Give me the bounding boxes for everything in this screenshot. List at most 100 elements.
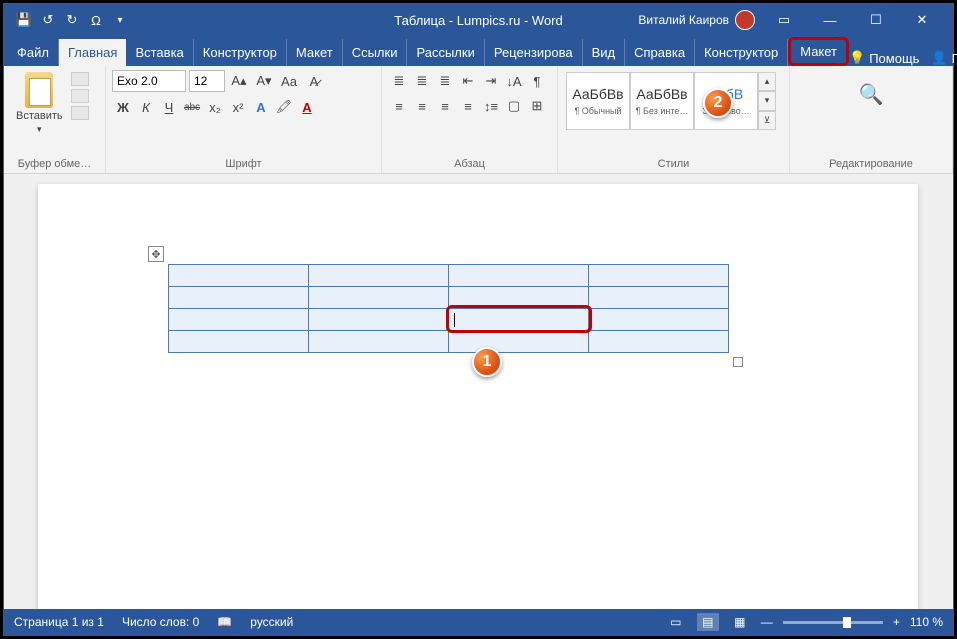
help-button[interactable]: 💡 Помощь bbox=[849, 50, 919, 66]
status-spellcheck-icon[interactable]: 📖 bbox=[217, 615, 232, 629]
superscript-button[interactable]: x² bbox=[227, 96, 249, 118]
font-size-input[interactable] bbox=[189, 70, 225, 92]
italic-button[interactable]: К bbox=[135, 96, 157, 118]
styles-up-icon[interactable]: ▴ bbox=[758, 72, 776, 91]
strike-button[interactable]: abc bbox=[181, 96, 203, 118]
table-cell[interactable] bbox=[169, 287, 309, 309]
omega-icon[interactable]: Ω bbox=[86, 10, 106, 30]
table-row bbox=[169, 331, 729, 353]
clear-format-icon[interactable]: A̷ bbox=[303, 70, 325, 92]
borders-icon[interactable]: ⊞ bbox=[526, 95, 548, 117]
shrink-font-icon[interactable]: A▾ bbox=[253, 70, 275, 92]
find-icon[interactable]: 🔍 bbox=[853, 76, 889, 112]
subscript-button[interactable]: x₂ bbox=[204, 96, 226, 118]
table-cell[interactable] bbox=[449, 331, 589, 353]
group-paragraph: ≣ ≣ ≣ ⇤ ⇥ ↓A ¶ ≡ ≡ ≡ ≡ ↕≡ ▢ ⊞ bbox=[382, 66, 558, 173]
table-move-handle-icon[interactable]: ✥ bbox=[148, 246, 164, 262]
paste-button[interactable]: Вставить ▾ bbox=[10, 70, 69, 137]
font-color-icon[interactable]: A bbox=[296, 96, 318, 118]
document-page[interactable]: ✥ bbox=[38, 184, 918, 609]
table-cell[interactable] bbox=[169, 265, 309, 287]
table-cell[interactable] bbox=[169, 331, 309, 353]
bullets-icon[interactable]: ≣ bbox=[388, 70, 410, 92]
save-icon[interactable]: 💾 bbox=[14, 10, 34, 30]
ribbon-options-icon[interactable]: ▭ bbox=[761, 4, 807, 36]
styles-down-icon[interactable]: ▾ bbox=[758, 91, 776, 110]
tab-view[interactable]: Вид bbox=[583, 39, 626, 66]
shading-icon[interactable]: ▢ bbox=[503, 95, 525, 117]
view-print-icon[interactable]: ▤ bbox=[697, 613, 719, 631]
copy-button[interactable] bbox=[71, 89, 89, 103]
table-cell[interactable] bbox=[449, 287, 589, 309]
change-case-icon[interactable]: Aa bbox=[278, 70, 300, 92]
numbering-icon[interactable]: ≣ bbox=[411, 70, 433, 92]
user-avatar-icon[interactable] bbox=[735, 10, 755, 30]
justify-icon[interactable]: ≡ bbox=[457, 95, 479, 117]
table-cell[interactable] bbox=[449, 265, 589, 287]
qat-more-icon[interactable]: ▾ bbox=[110, 10, 130, 30]
align-left-icon[interactable]: ≡ bbox=[388, 95, 410, 117]
tab-home[interactable]: Главная bbox=[59, 39, 126, 66]
redo-icon[interactable]: ↻ bbox=[62, 10, 82, 30]
tab-mailings[interactable]: Рассылки bbox=[407, 39, 484, 66]
style-no-spacing[interactable]: АаБбВв ¶ Без инте… bbox=[630, 72, 694, 130]
table-cell[interactable] bbox=[589, 265, 729, 287]
undo-icon[interactable]: ↺ bbox=[38, 10, 58, 30]
table-cell[interactable] bbox=[309, 331, 449, 353]
tab-file[interactable]: Файл bbox=[8, 39, 59, 66]
zoom-out-button[interactable]: — bbox=[761, 615, 773, 629]
status-words[interactable]: Число слов: 0 bbox=[122, 615, 199, 629]
table-resize-handle-icon[interactable] bbox=[733, 357, 743, 367]
tab-review[interactable]: Рецензирова bbox=[485, 39, 583, 66]
zoom-slider[interactable] bbox=[783, 621, 883, 624]
close-button[interactable]: ✕ bbox=[899, 4, 945, 36]
minimize-button[interactable]: — bbox=[807, 4, 853, 36]
format-painter-button[interactable] bbox=[71, 106, 89, 120]
cut-button[interactable] bbox=[71, 72, 89, 86]
table-cell[interactable] bbox=[589, 287, 729, 309]
table-cell[interactable] bbox=[309, 265, 449, 287]
view-web-icon[interactable]: ▦ bbox=[729, 613, 751, 631]
status-page[interactable]: Страница 1 из 1 bbox=[14, 615, 104, 629]
document-area: ✥ 1 bbox=[4, 174, 953, 609]
tab-table-design[interactable]: Конструктор bbox=[695, 39, 788, 66]
multilevel-icon[interactable]: ≣ bbox=[434, 70, 456, 92]
grow-font-icon[interactable]: A▴ bbox=[228, 70, 250, 92]
document-table[interactable] bbox=[168, 264, 729, 353]
status-language[interactable]: русский bbox=[250, 615, 293, 629]
table-cell[interactable] bbox=[169, 309, 309, 331]
bold-button[interactable]: Ж bbox=[112, 96, 134, 118]
zoom-in-button[interactable]: + bbox=[893, 615, 900, 629]
tab-insert[interactable]: Вставка bbox=[126, 39, 193, 66]
share-button[interactable]: 👤 Поделиться bbox=[931, 50, 957, 66]
text-effects-icon[interactable]: A bbox=[250, 96, 272, 118]
pilcrow-icon[interactable]: ¶ bbox=[526, 70, 548, 92]
tab-references[interactable]: Ссылки bbox=[343, 39, 408, 66]
annotation-badge-1: 1 bbox=[472, 347, 502, 377]
underline-button[interactable]: Ч bbox=[158, 96, 180, 118]
table-cell[interactable] bbox=[589, 331, 729, 353]
table-cell[interactable] bbox=[309, 287, 449, 309]
align-right-icon[interactable]: ≡ bbox=[434, 95, 456, 117]
maximize-button[interactable]: ☐ bbox=[853, 4, 899, 36]
style-normal[interactable]: АаБбВв ¶ Обычный bbox=[566, 72, 630, 130]
styles-expand-icon[interactable]: ⊻ bbox=[758, 111, 776, 130]
sort-icon[interactable]: ↓A bbox=[503, 70, 525, 92]
indent-left-icon[interactable]: ⇤ bbox=[457, 70, 479, 92]
view-read-icon[interactable]: ▭ bbox=[665, 613, 687, 631]
font-name-input[interactable] bbox=[112, 70, 186, 92]
table-cell-active[interactable] bbox=[449, 309, 589, 331]
table-cell[interactable] bbox=[309, 309, 449, 331]
tab-layout[interactable]: Макет bbox=[287, 39, 343, 66]
align-center-icon[interactable]: ≡ bbox=[411, 95, 433, 117]
zoom-level[interactable]: 110 % bbox=[910, 615, 943, 629]
highlight-icon[interactable]: 🖍 bbox=[273, 96, 295, 118]
indent-right-icon[interactable]: ⇥ bbox=[480, 70, 502, 92]
tab-table-layout[interactable]: Макет bbox=[788, 37, 849, 66]
window-title: Таблица - Lumpics.ru - Word bbox=[394, 13, 562, 28]
title-bar: 💾 ↺ ↻ Ω ▾ Таблица - Lumpics.ru - Word Ви… bbox=[4, 4, 953, 36]
tab-help[interactable]: Справка bbox=[625, 39, 695, 66]
line-spacing-icon[interactable]: ↕≡ bbox=[480, 95, 502, 117]
tab-designer[interactable]: Конструктор bbox=[194, 39, 287, 66]
table-cell[interactable] bbox=[589, 309, 729, 331]
